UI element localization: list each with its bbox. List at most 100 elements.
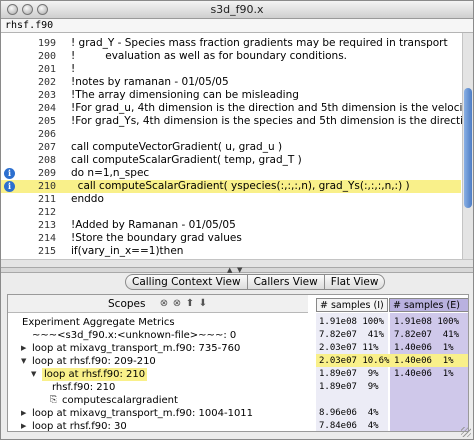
- scope-tree-row[interactable]: ▶ loop at rhsf.f90: 30: [8, 420, 308, 432]
- code-line[interactable]: 211 enddo: [1, 193, 461, 206]
- line-number: 211: [37, 194, 56, 205]
- code-line[interactable]: 203 !The array dimensioning can be mislea…: [1, 89, 461, 102]
- window-title: s3d_f90.x: [210, 3, 264, 16]
- line-number: 200: [37, 51, 56, 62]
- unflatten-icon[interactable]: ⊗: [171, 298, 183, 310]
- metric-cell-exclusive: 1.40e06 1%: [394, 369, 454, 379]
- line-text: call computeScalarGradient( temp, grad_T…: [71, 154, 302, 166]
- resize-grip-icon[interactable]: [461, 427, 471, 437]
- source-file-tab[interactable]: rhsf.f90: [1, 19, 473, 33]
- scope-tree-row[interactable]: ▶ loop at mixavg_transport_m.f90: 735-760: [8, 342, 308, 355]
- scope-tree-row[interactable]: ▶ loop at mixavg_transport_m.f90: 1004-10…: [8, 407, 308, 420]
- line-text: !notes by ramanan - 01/05/05: [71, 76, 229, 88]
- line-text: call computeVectorGradient( u, grad_u ): [71, 141, 283, 153]
- code-line[interactable]: 212: [1, 206, 461, 219]
- collapsed-triangle-icon[interactable]: ▶: [21, 420, 26, 431]
- metric-cell-exclusive: 1.91e08 100%: [394, 317, 460, 327]
- code-line[interactable]: 206: [1, 128, 461, 141]
- line-text: call computeScalarGradient( yspecies(:,:…: [71, 180, 410, 192]
- code-line[interactable]: 213 !Added by Ramanan - 01/05/05: [1, 219, 461, 232]
- collapsed-triangle-icon[interactable]: ▶: [21, 407, 26, 420]
- line-text: if(vary_in_x==1)then: [71, 245, 184, 257]
- code-line[interactable]: 208 call computeScalarGradient( temp, gra…: [1, 154, 461, 167]
- scope-label: loop at mixavg_transport_m.f90: 735-760: [32, 343, 241, 354]
- zoom-in-icon[interactable]: ⬆: [184, 298, 196, 310]
- metric-cell-inclusive: 1.89e07 9%: [319, 382, 379, 392]
- scope-label: rhsf.f90: 210: [52, 382, 116, 393]
- code-line[interactable]: 215 if(vary_in_x==1)then: [1, 245, 461, 258]
- callsite-icon[interactable]: ⎘: [50, 394, 57, 407]
- collapsed-triangle-icon[interactable]: ▶: [21, 342, 26, 355]
- metric-header-inclusive[interactable]: # samples (I): [316, 298, 388, 312]
- scope-label: loop at rhsf.f90: 30: [32, 421, 127, 432]
- tab-calling-context-view[interactable]: Calling Context View: [125, 274, 248, 290]
- code-line[interactable]: 214 !Store the boundary grad values: [1, 232, 461, 245]
- scope-label: loop at rhsf.f90: 210: [42, 368, 148, 381]
- line-text: !The array dimensioning can be misleadin…: [71, 89, 299, 101]
- metrics-table: # samples (I) # samples (E) 1.91e08 100%…: [316, 295, 468, 431]
- line-number: 206: [37, 129, 56, 140]
- code-line[interactable]: 200 ! evaluation as well as for boundary …: [1, 50, 461, 63]
- metric-cell-inclusive: 7.82e07 41%: [319, 330, 385, 340]
- scopes-column-header[interactable]: Scopes: [108, 298, 145, 310]
- scope-tree-row[interactable]: ~~~<s3d_f90.x:<unknown-file>~~~: 0: [8, 329, 308, 342]
- scope-label: Experiment Aggregate Metrics: [22, 317, 175, 328]
- line-number: 205: [37, 116, 56, 127]
- metric-cell-inclusive: 1.89e07 9%: [319, 369, 379, 379]
- line-text: ! evaluation as well as for boundary con…: [71, 50, 348, 62]
- app-window: s3d_f90.x rhsf.f90 199 ! grad_Y - Species…: [0, 0, 474, 440]
- source-code-pane[interactable]: 199 ! grad_Y - Species mass fraction grad…: [1, 33, 473, 259]
- info-marker-icon[interactable]: i: [4, 181, 15, 192]
- view-tabs: Calling Context View Callers View Flat V…: [125, 274, 386, 290]
- metric-cell-inclusive: 8.96e06 4%: [319, 408, 379, 418]
- code-line[interactable]: 205 !For grad_Ys, 4th dimension is the sp…: [1, 115, 473, 128]
- code-line[interactable]: 207 call computeVectorGradient( u, grad_u…: [1, 141, 461, 154]
- scope-tree-row[interactable]: rhsf.f90: 210: [8, 381, 308, 394]
- scope-tree-row[interactable]: ▼ loop at rhsf.f90: 209-210: [8, 355, 308, 368]
- line-number: 202: [37, 77, 56, 88]
- line-number: 212: [37, 207, 56, 218]
- pane-splitter[interactable]: ▲ ▼: [1, 266, 473, 274]
- metric-cell-exclusive: 1.40e06 1%: [394, 356, 454, 366]
- code-line[interactable]: i 210 call computeScalarGradient( yspecie…: [1, 180, 461, 193]
- scope-label: ~~~<s3d_f90.x:<unknown-file>~~~: 0: [32, 330, 237, 341]
- scope-tree-row[interactable]: ▼ loop at rhsf.f90: 210: [8, 368, 308, 381]
- line-text: !: [71, 63, 76, 75]
- line-text: !Added by Ramanan - 01/05/05: [71, 219, 236, 231]
- collapse-down-icon[interactable]: ▼: [237, 266, 242, 274]
- scope-tree-row[interactable]: Experiment Aggregate Metrics: [8, 316, 308, 329]
- title-bar: s3d_f90.x: [1, 1, 473, 19]
- zoom-out-icon[interactable]: ⬇: [197, 298, 209, 310]
- code-line[interactable]: 202 !notes by ramanan - 01/05/05: [1, 76, 461, 89]
- code-line[interactable]: 199 ! grad_Y - Species mass fraction grad…: [1, 37, 461, 50]
- expanded-triangle-icon[interactable]: ▼: [31, 368, 36, 381]
- tab-callers-view[interactable]: Callers View: [246, 274, 325, 290]
- line-number: 201: [37, 64, 56, 75]
- metric-cell-exclusive: 1.40e06 1%: [394, 343, 454, 353]
- line-number: 213: [37, 220, 56, 231]
- metric-header-exclusive[interactable]: # samples (E): [389, 298, 468, 312]
- scrollbar-thumb[interactable]: [464, 88, 472, 208]
- expanded-triangle-icon[interactable]: ▼: [21, 355, 26, 368]
- scope-tree-row[interactable]: ⎘ computescalargradient: [8, 394, 308, 407]
- source-vertical-scrollbar[interactable]: [462, 33, 473, 259]
- line-number: 209: [37, 168, 56, 179]
- scopes-header: Scopes ⊗ ⊗ ⬆ ⬇: [8, 295, 308, 313]
- metric-cell-exclusive: 7.82e07 41%: [394, 330, 460, 340]
- line-number: 208: [37, 155, 56, 166]
- info-marker-icon[interactable]: i: [4, 168, 15, 179]
- collapse-up-icon[interactable]: ▲: [227, 266, 232, 274]
- scope-label: loop at mixavg_transport_m.f90: 1004-101…: [32, 408, 254, 419]
- line-number: 204: [37, 103, 56, 114]
- scope-label: computescalargradient: [62, 395, 178, 406]
- scope-toolbar: ⊗ ⊗ ⬆ ⬇: [158, 298, 209, 310]
- flatten-icon[interactable]: ⊗: [158, 298, 170, 310]
- line-number: 210: [37, 181, 56, 192]
- code-line[interactable]: 201!: [1, 63, 461, 76]
- line-text: !For grad_u, 4th dimension is the direct…: [71, 102, 473, 114]
- code-line[interactable]: i 209 do n=1,n_spec: [1, 167, 461, 180]
- tab-flat-view[interactable]: Flat View: [323, 274, 386, 290]
- line-text: do n=1,n_spec: [71, 167, 150, 179]
- line-number: 207: [37, 142, 56, 153]
- code-line[interactable]: 204 !For grad_u, 4th dimension is the dir…: [1, 102, 473, 115]
